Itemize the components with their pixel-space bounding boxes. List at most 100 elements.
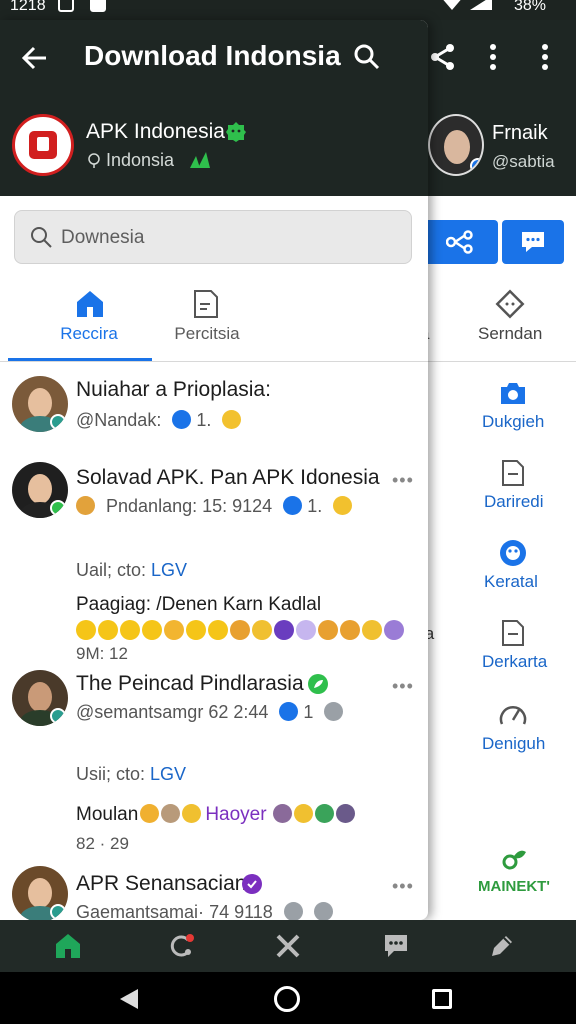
star-emoji-icon	[120, 620, 140, 640]
photo-emoji-icon	[161, 804, 181, 823]
system-back-icon[interactable]	[118, 988, 140, 1010]
document-icon	[502, 620, 524, 646]
share-icon[interactable]	[428, 42, 458, 72]
tools-icon[interactable]	[274, 932, 302, 960]
home-icon	[77, 291, 103, 317]
notification-icon-2	[90, 0, 106, 12]
more-options-icon[interactable]: •••	[392, 876, 414, 897]
side-item-dukgieh[interactable]: Dukgieh	[420, 378, 576, 448]
leaf-icon	[190, 152, 210, 168]
channel-header: Download Indonsia APK Indonesia Indonsia	[0, 20, 428, 196]
post-time: 62 2:44	[208, 702, 269, 722]
bottom-nav	[0, 920, 576, 972]
info-prefix: Usii; cto:	[76, 764, 146, 784]
verified-badge-icon	[470, 158, 482, 174]
info-link[interactable]: LGV	[151, 560, 187, 580]
secondary-tab[interactable]: a Serndan	[420, 282, 576, 362]
verified-purple-icon	[242, 874, 262, 894]
post-author: Pndanlang: 15: 9124	[106, 496, 273, 516]
info-prefix: Uail; cto:	[76, 560, 147, 580]
post-footer: 9M: 12	[76, 644, 128, 663]
smile-emoji-icon	[333, 496, 353, 515]
face-emoji-icon	[164, 620, 184, 640]
avatar[interactable]	[12, 866, 68, 920]
connect-button[interactable]	[420, 220, 498, 264]
side-item-label: Dariredi	[484, 492, 544, 511]
post-count: 1.	[307, 496, 323, 516]
status-time: 1218	[10, 0, 46, 14]
avatar-emoji-icon	[272, 804, 292, 823]
list-item[interactable]: APR Senansacian ••• Gaemantsamai· 74 911…	[0, 860, 428, 920]
reaction-icon	[279, 702, 299, 721]
star-emoji-icon	[76, 620, 96, 640]
star-emoji-icon	[98, 620, 118, 640]
more-vert-icon-2[interactable]	[542, 44, 548, 70]
side-item-derkarta[interactable]: Derkarta	[420, 618, 576, 688]
smile-emoji-icon	[222, 410, 242, 429]
search-icon[interactable]	[352, 42, 382, 72]
info-link[interactable]: LGV	[150, 764, 186, 784]
face-emoji-icon	[230, 620, 250, 640]
chat-icon[interactable]	[382, 932, 410, 960]
face-emoji-icon	[182, 804, 202, 823]
tab-bar: Reccira Percitsia	[0, 282, 428, 362]
list-item[interactable]: The Peincad Pindlarasia ••• @semantsamgr…	[0, 664, 428, 854]
channel-logo[interactable]	[12, 114, 74, 176]
avatar[interactable]	[12, 376, 68, 432]
post-info: Uail; cto: LGV	[76, 560, 187, 581]
secondary-header: Frnaik @sabtia	[420, 20, 576, 196]
search-input[interactable]: Downesia	[14, 210, 412, 264]
side-item-label: Keratal	[484, 572, 538, 591]
gauge-icon	[499, 706, 527, 725]
side-item-dariredi[interactable]: Dariredi	[420, 458, 576, 528]
comment-icon[interactable]	[313, 902, 333, 920]
post-meta: @Nandak: 1.	[76, 410, 242, 431]
post-author: @semantsamgr	[76, 702, 204, 722]
side-item-keratal[interactable]: Keratal	[420, 538, 576, 608]
avatar[interactable]	[12, 462, 68, 518]
post-author: @Nandak:	[76, 410, 162, 430]
system-home-icon[interactable]	[274, 986, 300, 1012]
list-item[interactable]: Nuiahar a Prioplasia: @Nandak: 1.	[0, 370, 428, 460]
more-options-icon[interactable]: •••	[392, 470, 414, 491]
tab-label: Percitsia	[174, 324, 240, 343]
post-info: Usii; cto: LGV	[76, 764, 186, 785]
side-item-deniguh[interactable]: Deniguh	[420, 700, 576, 770]
post-title: APR Senansacian	[76, 872, 247, 895]
tab-percitsia[interactable]: Percitsia	[132, 282, 282, 362]
post-title: Nuiahar a Prioplasia:	[76, 378, 271, 401]
brand-label: MAINEKT'	[478, 878, 550, 895]
profile-avatar[interactable]	[428, 114, 484, 176]
system-recents-icon[interactable]	[432, 989, 452, 1009]
status-bar: 1218 38%	[0, 0, 576, 20]
notification-icon[interactable]	[168, 932, 196, 960]
post-body: Paagiag: /Denen Karn Kadlal	[76, 594, 322, 615]
smiley-icon	[500, 540, 526, 566]
more-vert-icon[interactable]	[490, 44, 496, 70]
search-icon	[31, 227, 52, 248]
post-body: Moulan Haoyer	[76, 804, 355, 826]
channel-name: APK Indonesia	[86, 120, 225, 143]
signal-icon	[443, 0, 492, 10]
chat-icon	[522, 232, 544, 252]
comment-icon[interactable]	[324, 702, 344, 721]
divider	[0, 361, 428, 362]
back-arrow-icon[interactable]	[20, 44, 48, 72]
home-icon[interactable]	[54, 932, 82, 960]
verified-icon	[226, 122, 246, 142]
avatar[interactable]	[12, 670, 68, 726]
more-options-icon[interactable]: •••	[392, 676, 414, 697]
side-item-label: Derkarta	[482, 652, 548, 671]
post-meta: @semantsamgr 62 2:44 1	[76, 702, 344, 723]
location-icon	[88, 153, 100, 168]
edit-icon[interactable]	[488, 932, 516, 960]
star-emoji-icon	[142, 620, 162, 640]
body-prefix: Moulan	[76, 804, 139, 825]
badge-icon	[50, 708, 66, 724]
message-button[interactable]	[502, 220, 564, 264]
list-item[interactable]: Solavad APK. Pan APK Idonesia ••• Pndanl…	[0, 456, 428, 663]
app-icon	[76, 496, 95, 515]
document-icon	[194, 290, 218, 318]
post-time: 74 9118	[209, 902, 273, 920]
action-buttons	[420, 220, 570, 264]
